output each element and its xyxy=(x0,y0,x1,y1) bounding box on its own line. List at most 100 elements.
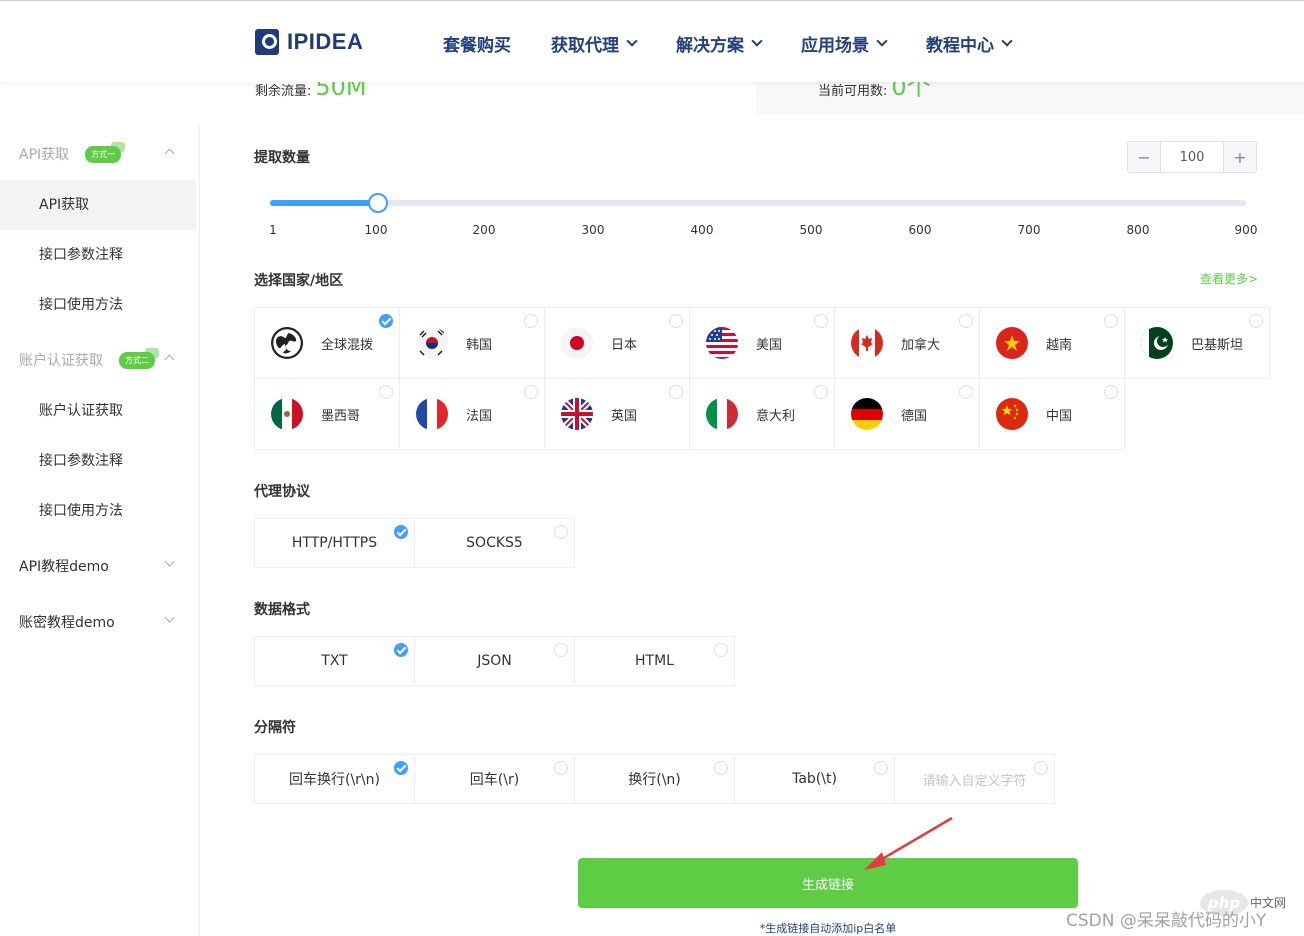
country-name: 美国 xyxy=(756,337,783,353)
nav-item-package[interactable]: 套餐购买 xyxy=(443,31,511,56)
generate-link-button[interactable]: 生成链接 xyxy=(578,858,1078,908)
format-option-txt[interactable]: TXT xyxy=(254,636,415,686)
flag-it-icon xyxy=(706,398,738,430)
flag-fr-icon xyxy=(416,398,448,430)
radio-icon xyxy=(669,314,683,328)
radio-icon xyxy=(1104,385,1118,399)
flag-mx-icon xyxy=(271,398,303,430)
check-icon xyxy=(394,643,408,657)
country-name: 加拿大 xyxy=(901,337,941,353)
country-option[interactable]: 全球混拨 xyxy=(254,307,400,379)
radio-icon xyxy=(1249,314,1263,328)
chevron-up-icon xyxy=(164,354,175,365)
method-badge: 方式一 xyxy=(85,141,126,163)
protocol-title: 代理协议 xyxy=(254,484,310,500)
radio-icon xyxy=(714,643,728,657)
slider-handle[interactable] xyxy=(368,193,388,213)
country-option[interactable]: 加拿大 xyxy=(834,307,980,379)
country-option[interactable]: 德国 xyxy=(834,378,980,450)
separator-option-crlf[interactable]: 回车换行(\r\n) xyxy=(254,754,415,804)
nav-item-tutorials[interactable]: 教程中心 xyxy=(926,31,1013,56)
sidebar-item-api-usage[interactable]: 接口使用方法 xyxy=(0,280,196,330)
country-option[interactable]: 美国 xyxy=(689,307,835,379)
country-option[interactable]: 英国 xyxy=(544,378,690,450)
country-option[interactable]: 中国 xyxy=(979,378,1125,450)
chevron-down-icon xyxy=(164,556,175,567)
radio-icon xyxy=(524,385,538,399)
whitelist-note: *生成链接自动添加ip白名单 xyxy=(759,922,897,935)
flag-gb-icon xyxy=(561,398,593,430)
quantity-input[interactable]: 100 xyxy=(1161,142,1223,172)
radio-icon xyxy=(379,385,393,399)
country-option[interactable]: 日本 xyxy=(544,307,690,379)
country-name: 巴基斯坦 xyxy=(1191,337,1244,353)
slider-tick-label: 100 xyxy=(364,223,388,237)
sidebar-group-api[interactable]: API获取 方式一 xyxy=(19,141,179,164)
flag-us-icon xyxy=(706,327,738,359)
quantity-slider[interactable] xyxy=(270,193,1246,213)
sidebar: API获取 方式一 API获取 接口参数注释 接口使用方法 账户认证获取 方式二… xyxy=(0,124,200,936)
quantity-stepper: − 100 + xyxy=(1127,141,1257,173)
nav-item-solutions[interactable]: 解决方案 xyxy=(676,31,763,56)
separator-custom-input[interactable]: 请输入自定义字符 xyxy=(894,754,1055,804)
plus-button[interactable]: + xyxy=(1223,142,1256,172)
country-option[interactable]: 法国 xyxy=(399,378,545,450)
slider-tick-label: 1 xyxy=(269,223,277,237)
flag-jp-icon xyxy=(561,327,593,359)
radio-icon xyxy=(1104,314,1118,328)
check-icon xyxy=(379,314,393,328)
sidebar-group-account[interactable]: 账户认证获取 方式二 xyxy=(19,347,179,370)
protocol-option-http[interactable]: HTTP/HTTPS xyxy=(254,518,415,568)
country-name: 英国 xyxy=(611,408,638,424)
sidebar-group-api-demo[interactable]: API教程demo xyxy=(19,556,179,576)
sidebar-group-account-demo[interactable]: 账密教程demo xyxy=(19,612,179,632)
radio-icon xyxy=(554,761,568,775)
radio-icon xyxy=(874,761,888,775)
separator-option-tab[interactable]: Tab(\t) xyxy=(734,754,895,804)
protocol-option-socks5[interactable]: SOCKS5 xyxy=(414,518,575,568)
country-option[interactable]: 越南 xyxy=(979,307,1125,379)
sidebar-item-account-get[interactable]: 账户认证获取 xyxy=(0,386,196,436)
main-nav: 套餐购买 获取代理 解决方案 应用场景 教程中心 xyxy=(443,31,1013,56)
radio-icon xyxy=(959,385,973,399)
country-name: 意大利 xyxy=(756,408,796,424)
slider-ticks: 1 100 200 300 400 500 600 700 800 900 xyxy=(0,223,1304,239)
red-arrow-annotation-icon xyxy=(864,816,953,870)
format-option-html[interactable]: HTML xyxy=(574,636,735,686)
see-more-link[interactable]: 查看更多> xyxy=(1200,270,1258,287)
slider-tick-label: 400 xyxy=(690,223,714,237)
country-name: 中国 xyxy=(1046,408,1073,424)
chevron-down-icon xyxy=(1001,35,1013,47)
watermark: CSDN @呆呆敲代码的小Y xyxy=(1066,911,1267,931)
radio-icon xyxy=(814,314,828,328)
radio-icon xyxy=(959,314,973,328)
ipidea-logo-icon xyxy=(255,29,279,55)
minus-button[interactable]: − xyxy=(1128,142,1161,172)
sidebar-item-account-usage[interactable]: 接口使用方法 xyxy=(0,486,196,536)
country-name: 韩国 xyxy=(466,337,493,353)
chevron-down-icon xyxy=(876,35,888,47)
check-icon xyxy=(394,761,408,775)
top-header: IPIDEA 套餐购买 获取代理 解决方案 应用场景 教程中心 xyxy=(0,0,1304,82)
separator-option-lf[interactable]: 换行(\n) xyxy=(574,754,735,804)
radio-icon xyxy=(554,643,568,657)
chevron-down-icon xyxy=(751,35,763,47)
format-option-json[interactable]: JSON xyxy=(414,636,575,686)
check-icon xyxy=(394,525,408,539)
nav-item-get-proxy[interactable]: 获取代理 xyxy=(551,31,638,56)
separator-option-cr[interactable]: 回车(\r) xyxy=(414,754,575,804)
format-options: TXT JSON HTML xyxy=(254,636,735,686)
page: 剩余流量: 50M 当前可用数: 0个 IPIDEA 套餐购买 获取代理 解决方… xyxy=(0,0,1304,936)
radio-icon xyxy=(714,761,728,775)
nav-item-scenarios[interactable]: 应用场景 xyxy=(801,31,888,56)
country-option[interactable]: 巴基斯坦 xyxy=(1124,307,1270,379)
country-option[interactable]: 韩国 xyxy=(399,307,545,379)
globe-icon xyxy=(271,327,303,359)
country-option[interactable]: 墨西哥 xyxy=(254,378,400,450)
logo[interactable]: IPIDEA xyxy=(255,29,363,55)
slider-tick-label: 200 xyxy=(472,223,496,237)
country-name: 日本 xyxy=(611,337,638,353)
sidebar-item-account-params[interactable]: 接口参数注释 xyxy=(0,436,196,486)
slider-tick-label: 900 xyxy=(1234,223,1258,237)
country-option[interactable]: 意大利 xyxy=(689,378,835,450)
